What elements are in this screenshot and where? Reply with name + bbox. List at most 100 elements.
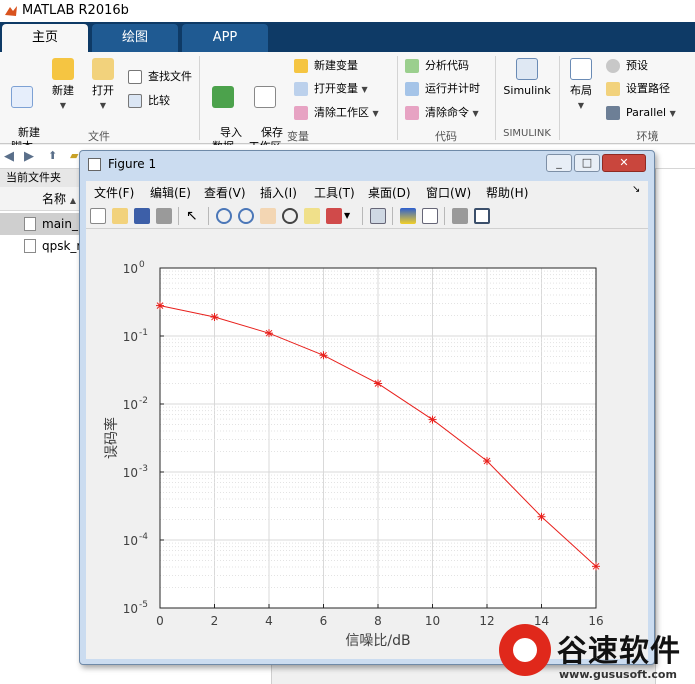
pan-hand-icon[interactable] xyxy=(260,208,276,224)
figure-window[interactable]: Figure 1 _ □ ✕ 文件(F) 编辑(E) 查看(V) 插入(I) 工… xyxy=(79,150,655,665)
mfile-icon xyxy=(24,217,36,231)
menu-window[interactable]: 窗口(W) xyxy=(426,184,471,201)
toolbar-separator xyxy=(444,207,445,225)
up-folder-icon[interactable]: ⬆ xyxy=(48,149,57,162)
toolbar-separator xyxy=(362,207,363,225)
open-label: 打开 xyxy=(92,84,114,97)
minimize-button[interactable]: _ xyxy=(546,154,572,172)
run-and-time-button[interactable]: 运行并计时 xyxy=(405,80,480,98)
new-plus-icon xyxy=(52,58,74,80)
colorbar-icon[interactable] xyxy=(400,208,416,224)
file-name: qpsk_r xyxy=(42,239,82,253)
set-path-icon xyxy=(606,82,620,96)
new-variable-icon xyxy=(294,59,308,73)
menu-file[interactable]: 文件(F) xyxy=(94,184,134,201)
y-tick-label: 10 xyxy=(123,330,138,344)
y-tick-label: 10 xyxy=(123,534,138,548)
open-button[interactable]: 打开 ▼ xyxy=(86,58,120,113)
maximize-button[interactable]: □ xyxy=(574,154,600,172)
simulink-group-label: SIMULINK xyxy=(503,128,551,139)
link-plot-icon[interactable] xyxy=(370,208,386,224)
legend-icon[interactable] xyxy=(422,208,438,224)
x-tick-label: 12 xyxy=(479,614,494,628)
clear-workspace-button[interactable]: 清除工作区 ▼ xyxy=(294,104,379,122)
menu-help[interactable]: 帮助(H) xyxy=(486,184,528,201)
back-arrow-icon[interactable]: ◀ xyxy=(4,149,14,164)
code-group-label: 代码 xyxy=(435,130,457,143)
y-tick-exponent: 0 xyxy=(139,260,145,270)
y-axis-label: 误码率 xyxy=(103,417,120,459)
analyze-code-button[interactable]: 分析代码 xyxy=(405,57,469,75)
new-figure-icon[interactable] xyxy=(90,208,106,224)
tab-home[interactable]: 主页 xyxy=(2,24,88,52)
figure-title: Figure 1 xyxy=(108,157,157,171)
zoom-in-icon[interactable] xyxy=(216,208,232,224)
x-tick-label: 6 xyxy=(320,614,328,628)
open-file-icon[interactable] xyxy=(112,208,128,224)
print-icon[interactable] xyxy=(156,208,172,224)
tab-plots[interactable]: 绘图 xyxy=(92,24,178,52)
save-icon[interactable] xyxy=(134,208,150,224)
clear-commands-button[interactable]: 清除命令 ▼ xyxy=(405,104,479,122)
clear-workspace-label: 清除工作区 xyxy=(314,106,369,119)
rotate-3d-icon[interactable] xyxy=(282,208,298,224)
menu-desktop[interactable]: 桌面(D) xyxy=(368,184,411,201)
set-path-button[interactable]: 设置路径 xyxy=(606,80,670,98)
close-button[interactable]: ✕ xyxy=(602,154,646,172)
data-point-marker xyxy=(210,313,219,322)
simulink-label: Simulink xyxy=(503,84,551,97)
data-point-marker xyxy=(592,562,600,571)
zoom-out-icon[interactable] xyxy=(238,208,254,224)
y-tick-exponent: -1 xyxy=(139,328,148,338)
hide-plot-tools-icon[interactable] xyxy=(452,208,468,224)
browse-folder-icon[interactable]: ▰ xyxy=(70,149,78,162)
set-path-label: 设置路径 xyxy=(626,82,670,95)
file-group-label: 文件 xyxy=(88,130,110,143)
toolbar-separator xyxy=(178,207,179,225)
dock-arrow-icon[interactable]: ↘ xyxy=(632,184,640,195)
parallel-icon xyxy=(606,106,620,120)
brush-icon[interactable] xyxy=(326,208,342,224)
watermark-text: 谷速软件 xyxy=(557,634,681,669)
menu-view[interactable]: 查看(V) xyxy=(204,184,246,201)
show-plot-tools-icon[interactable] xyxy=(474,208,490,224)
layout-button[interactable]: 布局 ▼ xyxy=(564,58,598,113)
clear-commands-icon xyxy=(405,106,419,120)
menu-tools[interactable]: 工具(T) xyxy=(314,184,355,201)
compare-button[interactable]: 比较 xyxy=(128,92,170,110)
preferences-button[interactable]: 预设 xyxy=(606,57,648,75)
layout-icon xyxy=(570,58,592,80)
layout-label: 布局 xyxy=(570,84,592,97)
menu-insert[interactable]: 插入(I) xyxy=(260,184,297,201)
import-data-icon xyxy=(212,86,234,108)
figure-menu-bar: 文件(F) 编辑(E) 查看(V) 插入(I) 工具(T) 桌面(D) 窗口(W… xyxy=(86,181,648,203)
simulink-button[interactable]: Simulink xyxy=(500,58,554,98)
x-tick-label: 2 xyxy=(211,614,219,628)
figure-title-bar[interactable]: Figure 1 _ □ ✕ xyxy=(80,151,654,178)
y-tick-exponent: -5 xyxy=(139,600,148,610)
figure-toolbar: ↖ ▼ xyxy=(86,203,648,229)
y-tick-label: 10 xyxy=(123,602,138,616)
new-variable-button[interactable]: 新建变量 xyxy=(294,57,358,75)
preferences-label: 预设 xyxy=(626,59,648,72)
parallel-label: Parallel xyxy=(626,106,667,119)
figure-icon xyxy=(88,158,101,171)
analyze-code-icon xyxy=(405,59,419,73)
toolbar-separator xyxy=(392,207,393,225)
new-button[interactable]: 新建 ▼ xyxy=(46,58,80,113)
brush-dropdown-icon[interactable]: ▼ xyxy=(344,208,360,224)
menu-edit[interactable]: 编辑(E) xyxy=(150,184,191,201)
pointer-icon[interactable]: ↖ xyxy=(186,208,202,224)
y-tick-exponent: -3 xyxy=(139,464,148,474)
data-point-marker xyxy=(319,351,328,360)
data-cursor-icon[interactable] xyxy=(304,208,320,224)
open-variable-button[interactable]: 打开变量 ▼ xyxy=(294,80,368,98)
new-script-icon xyxy=(11,86,33,108)
mfile-icon xyxy=(24,239,36,253)
x-tick-label: 0 xyxy=(156,614,164,628)
tab-apps[interactable]: APP xyxy=(182,24,268,52)
forward-arrow-icon[interactable]: ▶ xyxy=(24,149,34,164)
new-label: 新建 xyxy=(52,84,74,97)
parallel-button[interactable]: Parallel ▼ xyxy=(606,104,676,122)
find-files-button[interactable]: 查找文件 xyxy=(128,68,192,86)
